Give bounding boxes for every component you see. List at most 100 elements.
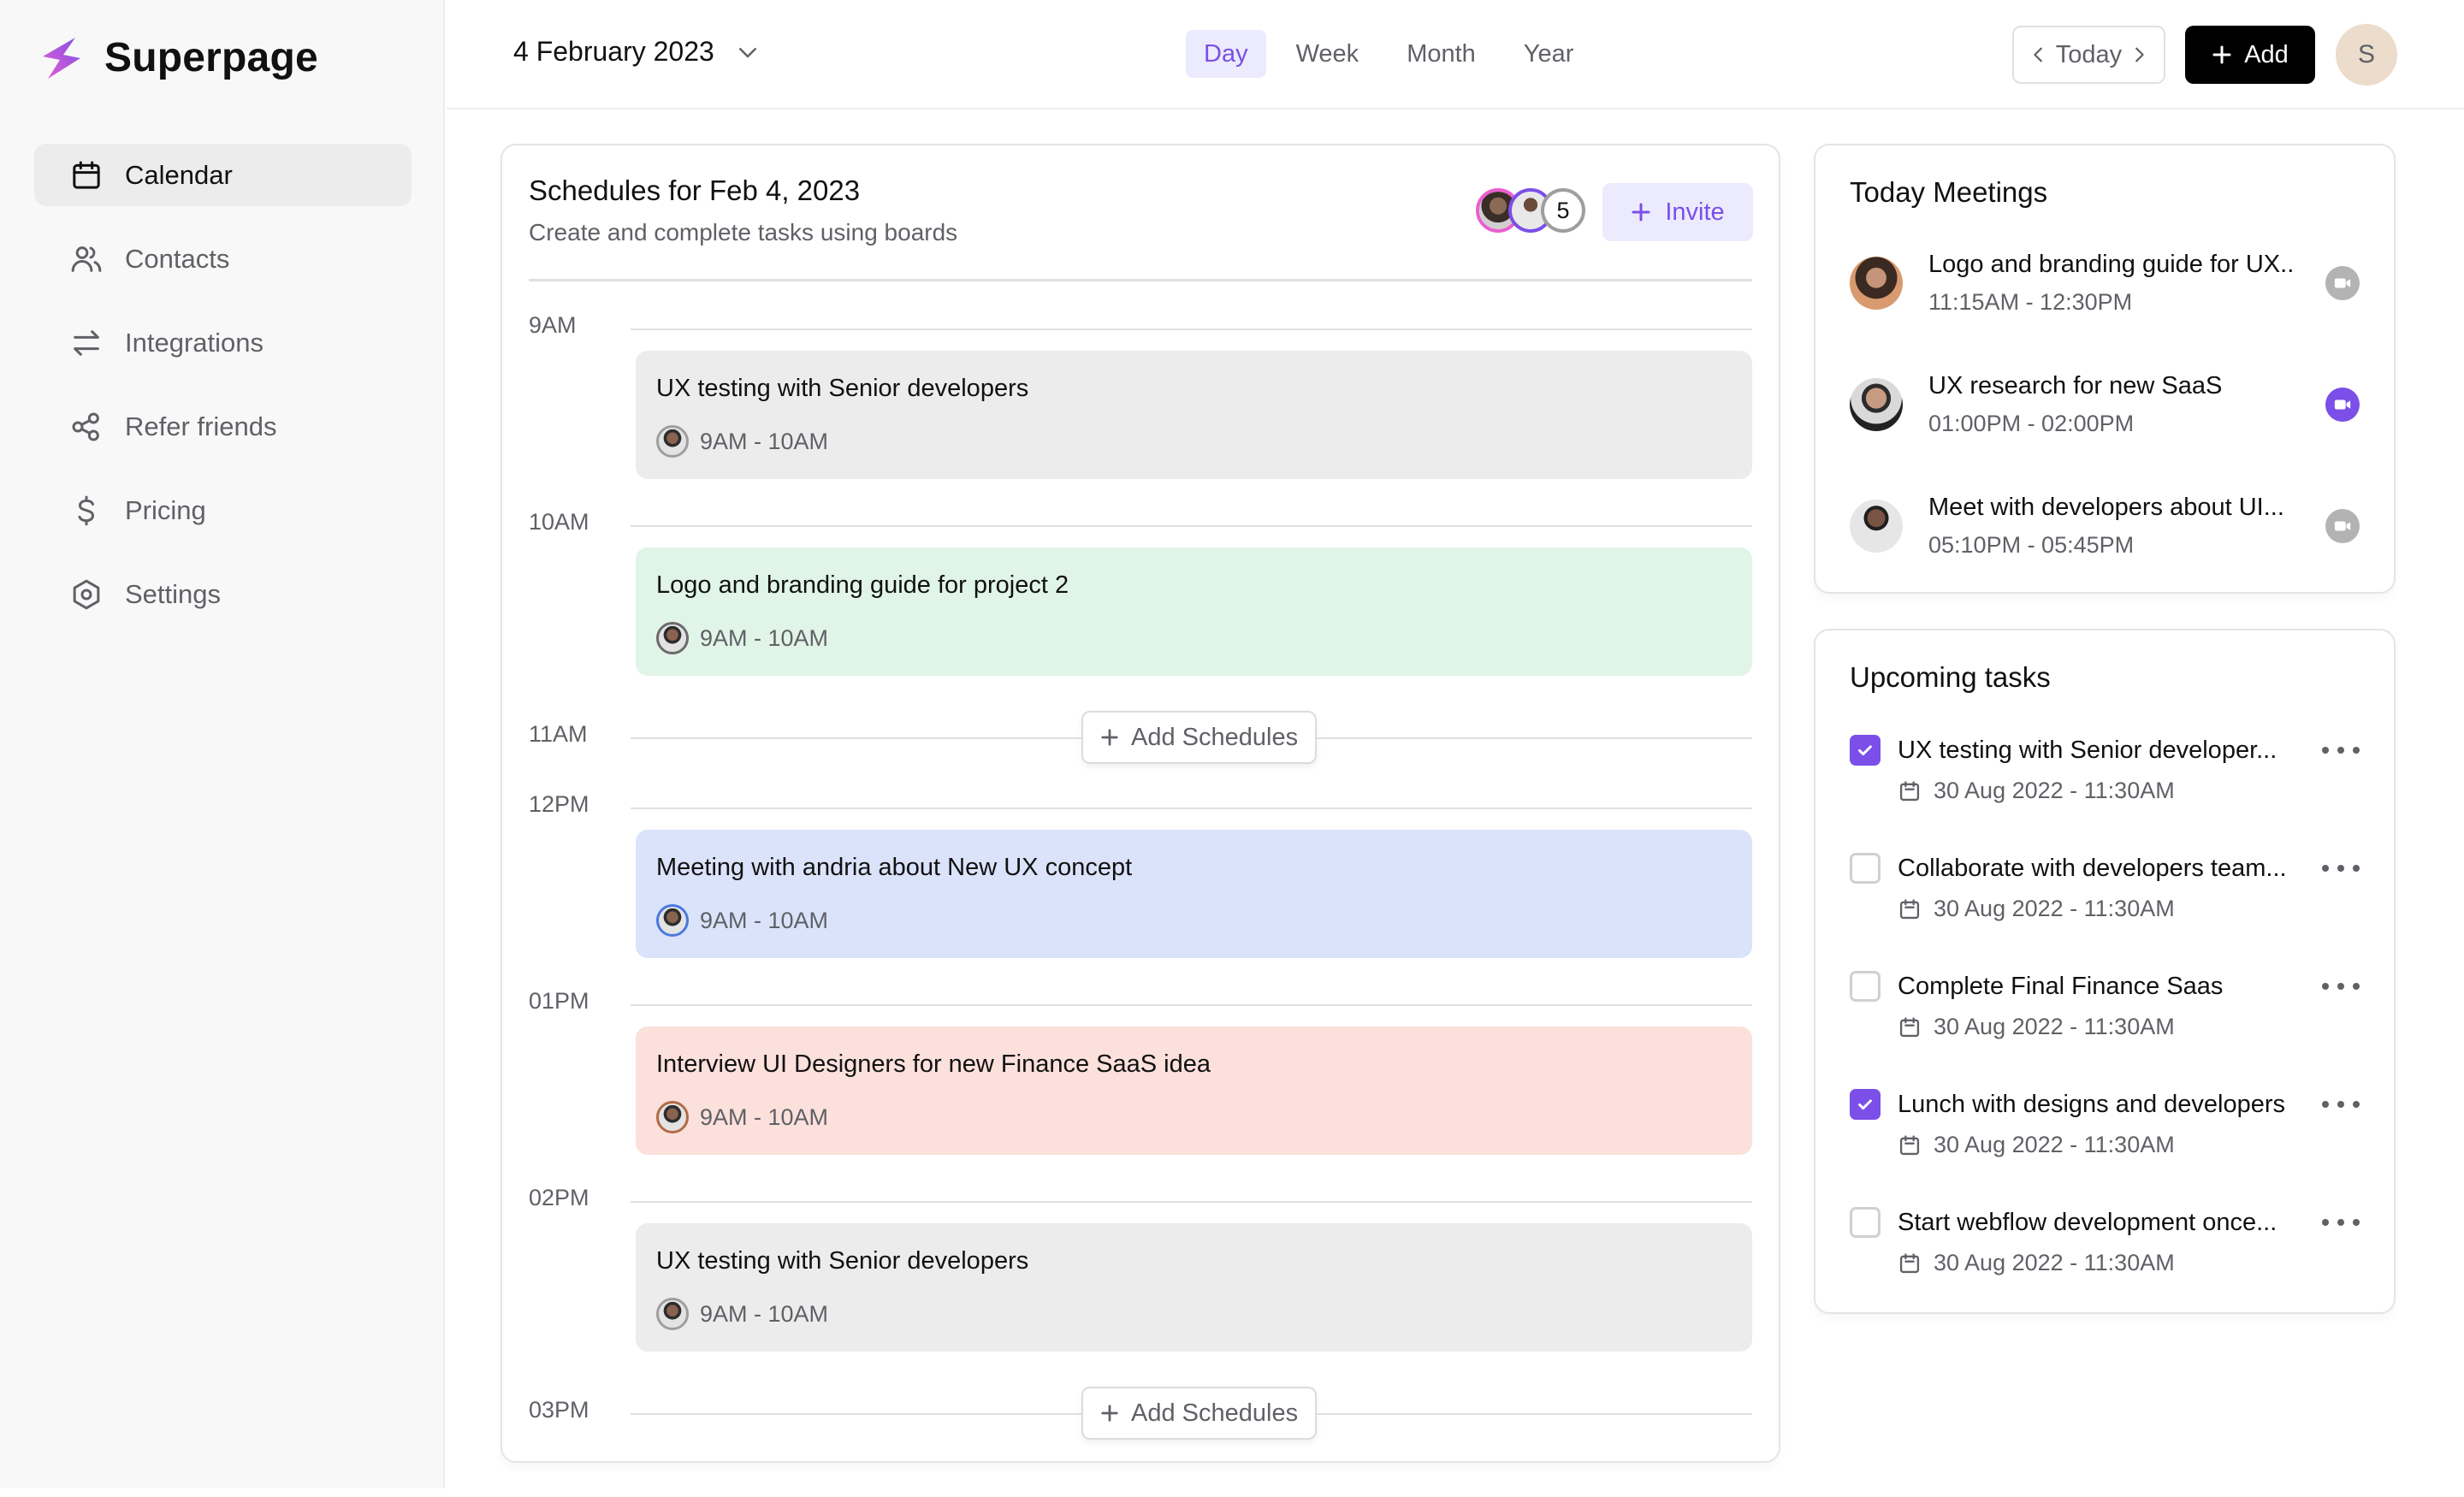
chevron-right-icon[interactable] xyxy=(2129,45,2148,64)
task-checkbox[interactable] xyxy=(1850,1089,1881,1120)
sidebar-item-label: Integrations xyxy=(125,327,264,358)
top-header: 4 February 2023 Day Week Month Year Toda… xyxy=(447,0,2464,109)
logo[interactable]: Superpage xyxy=(39,34,318,81)
more-options-icon[interactable] xyxy=(2322,738,2360,762)
chevron-left-icon[interactable] xyxy=(2029,45,2048,64)
more-options-icon[interactable] xyxy=(2322,856,2360,880)
event-card[interactable]: Meeting with andria about New UX concept… xyxy=(636,830,1752,958)
add-schedules-label: Add Schedules xyxy=(1131,1399,1299,1427)
task-checkbox[interactable] xyxy=(1850,853,1881,884)
meeting-avatar xyxy=(1850,257,1903,310)
share-icon xyxy=(68,409,104,445)
meeting-title: UX research for new SaaS xyxy=(1928,372,2223,399)
event-avatar xyxy=(656,425,689,458)
video-call-button[interactable] xyxy=(2325,266,2360,300)
sidebar: Superpage Calendar Contacts Integrations… xyxy=(0,0,445,1488)
task-title[interactable]: UX testing with Senior developer... xyxy=(1898,735,2277,766)
hour-line xyxy=(631,525,1752,527)
event-card[interactable]: Logo and branding guide for project 2 9A… xyxy=(636,547,1752,676)
tab-month[interactable]: Month xyxy=(1389,30,1494,78)
tab-day[interactable]: Day xyxy=(1186,30,1266,78)
task-item: Complete Final Finance Saas 30 Aug 2022 … xyxy=(1850,971,2360,1056)
task-title[interactable]: Collaborate with developers team... xyxy=(1898,853,2287,884)
calendar-icon xyxy=(1899,1252,1920,1273)
meeting-item[interactable]: UX research for new SaaS 01:00PM - 02:00… xyxy=(1850,366,2360,443)
hour-line xyxy=(631,1201,1752,1203)
event-time: 9AM - 10AM xyxy=(700,1300,829,1327)
video-camera-icon xyxy=(2334,278,2351,288)
participant-avatars[interactable]: 5 xyxy=(1476,188,1589,233)
video-call-button[interactable] xyxy=(2325,388,2360,422)
event-avatar xyxy=(656,904,689,937)
participant-count-badge: 5 xyxy=(1541,188,1585,233)
view-tabs: Day Week Month Year xyxy=(1186,30,1603,78)
invite-button[interactable]: Invite xyxy=(1602,183,1753,241)
current-date: 4 February 2023 xyxy=(513,36,714,67)
add-button[interactable]: Add xyxy=(2185,26,2315,84)
event-card[interactable]: UX testing with Senior developers 9AM - … xyxy=(636,1223,1752,1352)
hour-label: 10AM xyxy=(529,509,589,535)
meeting-avatar xyxy=(1850,378,1903,431)
sidebar-item-contacts[interactable]: Contacts xyxy=(34,228,412,290)
event-avatar xyxy=(656,1101,689,1133)
task-title[interactable]: Complete Final Finance Saas xyxy=(1898,971,2223,1002)
app-name: Superpage xyxy=(104,35,318,80)
calendar-icon xyxy=(68,157,104,193)
hour-label: 11AM xyxy=(529,721,588,747)
task-title[interactable]: Start webflow development once... xyxy=(1898,1207,2277,1238)
task-checkbox[interactable] xyxy=(1850,971,1881,1002)
add-schedules-button[interactable]: Add Schedules xyxy=(1081,1387,1318,1440)
task-checkbox[interactable] xyxy=(1850,1207,1881,1238)
add-schedules-button[interactable]: Add Schedules xyxy=(1081,711,1318,764)
task-checkbox[interactable] xyxy=(1850,735,1881,766)
hour-line xyxy=(631,328,1752,330)
event-title: Meeting with andria about New UX concept xyxy=(656,854,1133,881)
meeting-item[interactable]: Meet with developers about UI... 05:10PM… xyxy=(1850,488,2360,565)
sidebar-item-refer-friends[interactable]: Refer friends xyxy=(34,395,412,458)
user-avatar[interactable]: S xyxy=(2336,24,2397,86)
video-call-button[interactable] xyxy=(2325,509,2360,543)
schedule-subtitle: Create and complete tasks using boards xyxy=(529,219,958,246)
schedule-card: Schedules for Feb 4, 2023 Create and com… xyxy=(500,144,1780,1463)
more-options-icon[interactable] xyxy=(2322,1092,2360,1116)
task-title[interactable]: Lunch with designs and developers xyxy=(1898,1089,2285,1120)
sidebar-item-label: Contacts xyxy=(125,243,230,274)
more-options-icon[interactable] xyxy=(2322,974,2360,998)
plus-icon xyxy=(1101,729,1118,746)
video-camera-icon xyxy=(2334,399,2351,410)
meeting-time: 01:00PM - 02:00PM xyxy=(1928,411,2135,436)
sidebar-item-pricing[interactable]: Pricing xyxy=(34,479,412,541)
upcoming-tasks-card: Upcoming tasks UX testing with Senior de… xyxy=(1814,629,2396,1314)
date-picker[interactable]: 4 February 2023 xyxy=(513,36,761,68)
meeting-title: Meet with developers about UI... xyxy=(1928,494,2284,521)
task-date: 30 Aug 2022 - 11:30AM xyxy=(1934,1132,2175,1157)
calendar-icon xyxy=(1899,780,1920,801)
calendar-icon xyxy=(1899,1134,1920,1155)
hour-label: 02PM xyxy=(529,1185,589,1210)
lightning-logo-icon xyxy=(43,37,80,79)
meeting-time: 11:15AM - 12:30PM xyxy=(1928,289,2133,315)
checkmark-icon xyxy=(1858,745,1872,756)
task-date: 30 Aug 2022 - 11:30AM xyxy=(1934,778,2175,803)
sidebar-item-integrations[interactable]: Integrations xyxy=(34,311,412,374)
hour-line xyxy=(631,1004,1752,1006)
event-card[interactable]: Interview UI Designers for new Finance S… xyxy=(636,1027,1752,1155)
today-button[interactable]: Today xyxy=(2056,41,2122,69)
meeting-title: Logo and branding guide for UX.. xyxy=(1928,251,2295,278)
event-time: 9AM - 10AM xyxy=(700,428,829,454)
more-options-icon[interactable] xyxy=(2322,1210,2360,1234)
event-title: UX testing with Senior developers xyxy=(656,375,1029,402)
tab-week[interactable]: Week xyxy=(1278,30,1377,78)
task-date: 30 Aug 2022 - 11:30AM xyxy=(1934,1250,2175,1275)
meetings-title: Today Meetings xyxy=(1850,176,2048,208)
sidebar-item-label: Refer friends xyxy=(125,411,277,441)
invite-button-label: Invite xyxy=(1665,198,1725,226)
sidebar-item-settings[interactable]: Settings xyxy=(34,563,412,625)
event-title: Interview UI Designers for new Finance S… xyxy=(656,1050,1211,1078)
tab-year[interactable]: Year xyxy=(1506,30,1592,78)
sidebar-item-calendar[interactable]: Calendar xyxy=(34,144,412,206)
meeting-item[interactable]: Logo and branding guide for UX.. 11:15AM… xyxy=(1850,245,2360,322)
event-card[interactable]: UX testing with Senior developers 9AM - … xyxy=(636,351,1752,479)
today-meetings-card: Today Meetings Logo and branding guide f… xyxy=(1814,144,2396,594)
add-button-label: Add xyxy=(2244,40,2289,68)
